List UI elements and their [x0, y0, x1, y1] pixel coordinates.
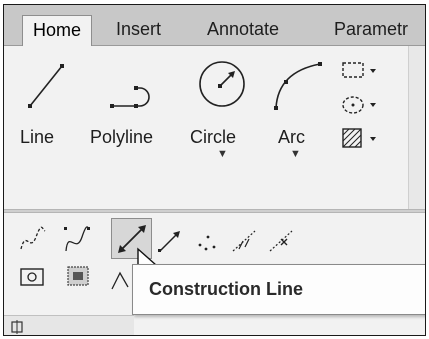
circle-label: Circle: [190, 127, 237, 147]
circle-tool[interactable]: Circle ▼: [190, 46, 252, 166]
region-icon[interactable]: [18, 265, 48, 291]
spline-cv-icon[interactable]: [62, 225, 92, 255]
tooltip: Construction Line: [132, 264, 425, 315]
line-tool[interactable]: Line: [20, 46, 72, 166]
tab-annotate[interactable]: Annotate: [207, 15, 279, 46]
ribbon-window: Home Insert Annotate Parametr Line Polyl…: [3, 4, 426, 336]
multiple-points-icon[interactable]: [192, 227, 222, 255]
rectangle-icon: [342, 62, 376, 78]
ribbon-side-strip: [408, 46, 425, 209]
divide-icon[interactable]: [229, 227, 259, 255]
tab-parametric[interactable]: Parametr: [334, 15, 408, 46]
ribbon-tab-bar: Home Insert Annotate Parametr: [4, 5, 425, 47]
arc-label: Arc: [278, 127, 305, 147]
draw-panel: Line Polyline Circle ▼ Arc ▼: [4, 46, 408, 209]
arc-tool[interactable]: Arc ▼: [266, 46, 326, 166]
tab-home[interactable]: Home: [22, 15, 93, 47]
polyline-icon: [110, 86, 150, 108]
line-icon: [28, 64, 64, 108]
measure-icon[interactable]: [266, 227, 296, 255]
tooltip-title: Construction Line: [149, 279, 303, 299]
polyline-tool[interactable]: Polyline: [90, 46, 180, 166]
rectangle-tool[interactable]: [340, 60, 380, 87]
ellipse-tool[interactable]: [340, 94, 380, 121]
spline-fit-icon[interactable]: [18, 225, 48, 255]
ellipse-icon: [342, 96, 376, 114]
circle-dropdown-arrow[interactable]: ▼: [217, 148, 228, 160]
arc-icon: [274, 62, 322, 110]
polyline-label: Polyline: [90, 127, 154, 147]
hatch-tool[interactable]: [340, 126, 380, 155]
line-label: Line: [20, 127, 55, 147]
circle-icon: [199, 61, 245, 107]
arc-dropdown-arrow[interactable]: ▼: [290, 148, 301, 160]
panel-title-bar: [4, 315, 134, 335]
pin-icon[interactable]: [10, 320, 24, 334]
wipeout-icon[interactable]: [64, 263, 94, 291]
hatch-icon: [342, 128, 376, 148]
tab-insert[interactable]: Insert: [116, 15, 161, 46]
